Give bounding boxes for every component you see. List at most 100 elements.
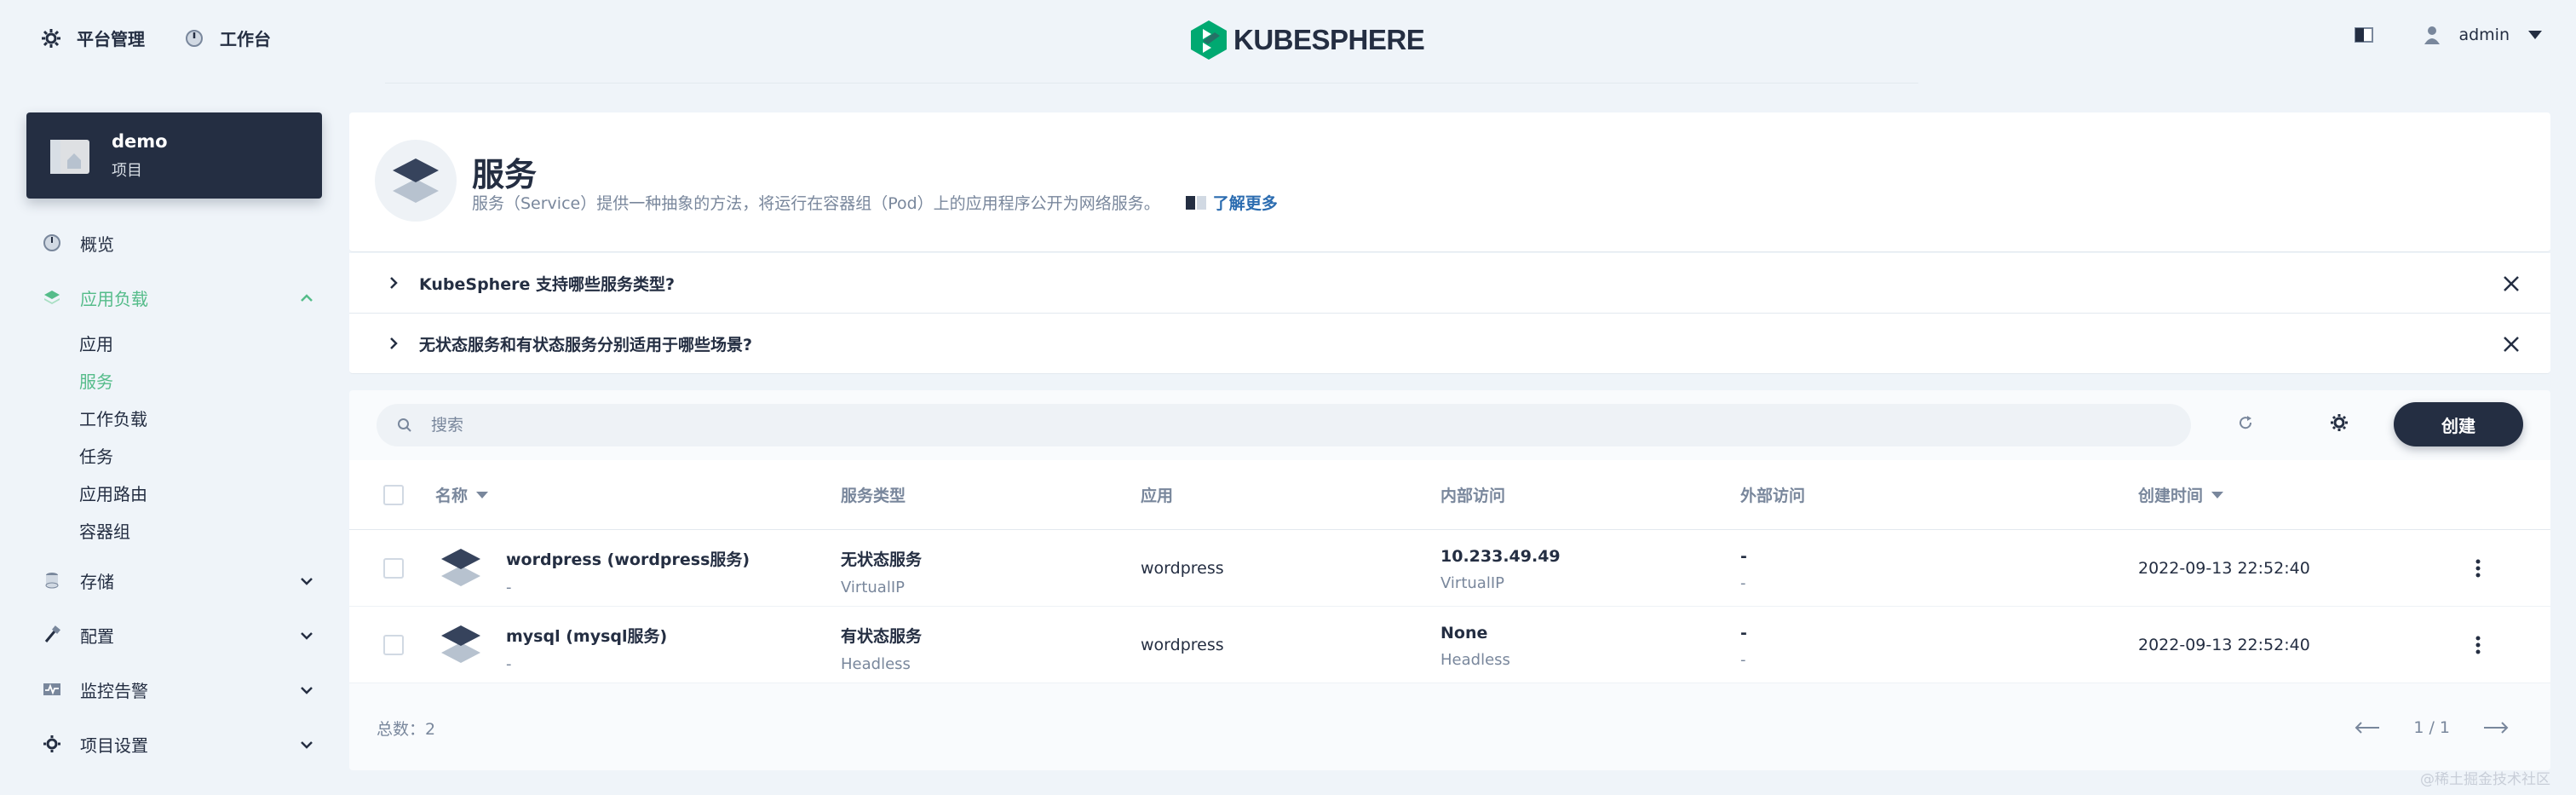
settings-icon <box>43 735 60 752</box>
service-alias: - <box>506 655 512 673</box>
select-all-checkbox[interactable] <box>383 485 404 505</box>
config-icon <box>44 625 60 642</box>
service-alias: - <box>506 579 512 596</box>
gear-icon <box>2331 414 2348 431</box>
column-name[interactable]: 名称 <box>435 483 489 506</box>
close-icon[interactable] <box>2501 334 2521 354</box>
chevron-up-icon <box>301 294 313 302</box>
sidebar-item-label: 配置 <box>80 625 114 647</box>
external-access-sub: - <box>1740 574 1746 592</box>
subnav-item-jobs[interactable]: 任务 <box>43 438 315 475</box>
external-access-cell: - - <box>1740 547 1747 592</box>
subnav-item-apps[interactable]: 应用 <box>43 325 315 363</box>
sidebar-item-label: 监控告警 <box>80 680 148 701</box>
column-created-label: 创建时间 <box>2138 487 2204 505</box>
sidebar-item-app-workloads[interactable]: 应用负载 <box>43 288 315 309</box>
theme-toggle-icon[interactable] <box>2355 27 2374 43</box>
sidebar-item-storage[interactable]: 存储 <box>43 571 315 592</box>
project-icon <box>50 139 89 174</box>
service-app: wordpress <box>1141 559 1224 578</box>
service-type-cell: 有状态服务 Headless <box>841 624 922 673</box>
top-bar: 平台管理 工作台 KUBESPHERE admin <box>0 0 2576 82</box>
table-row[interactable]: mysql (mysql服务) - 有状态服务 Headless wordpre… <box>349 607 2550 683</box>
row-checkbox[interactable] <box>383 558 404 579</box>
sidebar-subnav: 应用 服务 工作负载 任务 应用路由 容器组 <box>43 325 315 550</box>
user-name: admin <box>2458 26 2510 44</box>
more-vertical-icon <box>2475 636 2481 654</box>
faq-item[interactable]: 无状态服务和有状态服务分别适用于哪些场景? <box>349 314 2550 374</box>
services-table: 名称 服务类型 应用 内部访问 外部访问 创建时间 wordpress (wor… <box>349 460 2550 683</box>
subnav-item-pods[interactable]: 容器组 <box>43 513 315 550</box>
service-name[interactable]: mysql (mysql服务) <box>506 624 667 647</box>
row-more-button[interactable] <box>2474 632 2482 658</box>
chevron-right-icon <box>390 337 398 349</box>
column-created-time[interactable]: 创建时间 <box>2138 483 2224 506</box>
close-icon[interactable] <box>2501 274 2521 294</box>
sort-down-icon <box>2211 491 2224 498</box>
sidebar-item-project-settings[interactable]: 项目设置 <box>43 735 315 756</box>
create-button[interactable]: 创建 <box>2394 402 2523 446</box>
service-type-sub: Headless <box>841 655 911 673</box>
service-name-cell[interactable]: mysql (mysql服务) - <box>506 624 667 673</box>
learn-more-link[interactable]: 了解更多 <box>1185 191 1278 214</box>
service-name[interactable]: wordpress (wordpress服务) <box>506 547 750 570</box>
table-row[interactable]: wordpress (wordpress服务) - 无状态服务 VirtualI… <box>349 530 2550 607</box>
project-name: demo <box>112 130 168 152</box>
sidebar-item-monitoring[interactable]: 监控告警 <box>43 680 315 701</box>
column-type: 服务类型 <box>841 487 906 505</box>
created-time: 2022-09-13 22:52:40 <box>2138 559 2310 578</box>
search-input[interactable] <box>431 416 2050 435</box>
table-settings-button[interactable] <box>2327 411 2351 435</box>
nav-platform-management[interactable]: 平台管理 <box>41 26 145 50</box>
watermark: @稀土掘金技术社区 <box>2420 771 2550 788</box>
sidebar-item-label: 应用负载 <box>80 288 148 309</box>
top-nav: 平台管理 工作台 <box>41 26 271 50</box>
chevron-down-icon <box>301 687 313 694</box>
row-more-button[interactable] <box>2474 556 2482 581</box>
sidebar-item-label: 概览 <box>80 233 114 255</box>
internal-access-cell: 10.233.49.49 VirtualIP <box>1440 547 1561 592</box>
subnav-item-ingress[interactable]: 应用路由 <box>43 475 315 513</box>
faq-item[interactable]: KubeSphere 支持哪些服务类型? <box>349 253 2550 314</box>
service-icon <box>441 549 480 586</box>
internal-access-cell: None Headless <box>1440 624 1510 669</box>
internal-access-sub: VirtualIP <box>1440 574 1504 592</box>
user-menu[interactable]: admin <box>2424 26 2542 44</box>
column-internal-access: 内部访问 <box>1440 487 1506 505</box>
services-list-card: 创建 名称 服务类型 应用 内部访问 外部访问 创建时间 wordpress (… <box>349 390 2550 770</box>
next-page-icon[interactable] <box>2484 722 2510 734</box>
internal-access: 10.233.49.49 <box>1440 547 1561 566</box>
services-icon <box>375 140 457 222</box>
chevron-down-icon <box>301 632 313 640</box>
refresh-button[interactable] <box>2234 411 2257 435</box>
service-type: 有状态服务 <box>841 627 923 646</box>
search-bar[interactable] <box>377 404 2191 446</box>
chevron-down-icon <box>301 741 313 749</box>
top-right-actions: admin <box>2355 26 2542 44</box>
prev-page-icon[interactable] <box>2354 722 2380 734</box>
service-type-sub: VirtualIP <box>841 579 905 596</box>
external-access-sub: - <box>1740 651 1746 669</box>
pagination: 1 / 1 <box>2354 718 2510 737</box>
sidebar-item-overview[interactable]: 概览 <box>43 233 315 255</box>
service-type-cell: 无状态服务 VirtualIP <box>841 547 922 596</box>
service-name-cell[interactable]: wordpress (wordpress服务) - <box>506 547 750 596</box>
service-type: 无状态服务 <box>841 550 923 569</box>
subnav-item-workloads[interactable]: 工作负载 <box>43 400 315 438</box>
refresh-icon <box>2240 416 2252 429</box>
nav-workbench[interactable]: 工作台 <box>184 26 271 50</box>
internal-access: None <box>1440 624 1488 642</box>
sidebar-item-config[interactable]: 配置 <box>43 625 315 647</box>
created-time: 2022-09-13 22:52:40 <box>2138 636 2310 654</box>
project-card[interactable]: demo 项目 <box>26 112 322 199</box>
subnav-item-services[interactable]: 服务 <box>43 363 315 400</box>
storage-icon <box>45 573 59 589</box>
overview-icon <box>43 234 60 251</box>
sidebar-item-label: 存储 <box>80 571 114 592</box>
faq-question: 无状态服务和有状态服务分别适用于哪些场景? <box>419 335 753 354</box>
list-toolbar: 创建 <box>349 390 2550 460</box>
kubesphere-logo[interactable]: KUBESPHERE <box>1191 20 1425 60</box>
row-checkbox[interactable] <box>383 635 404 655</box>
nav-workbench-label: 工作台 <box>220 29 271 49</box>
project-info: demo 项目 <box>112 131 168 181</box>
